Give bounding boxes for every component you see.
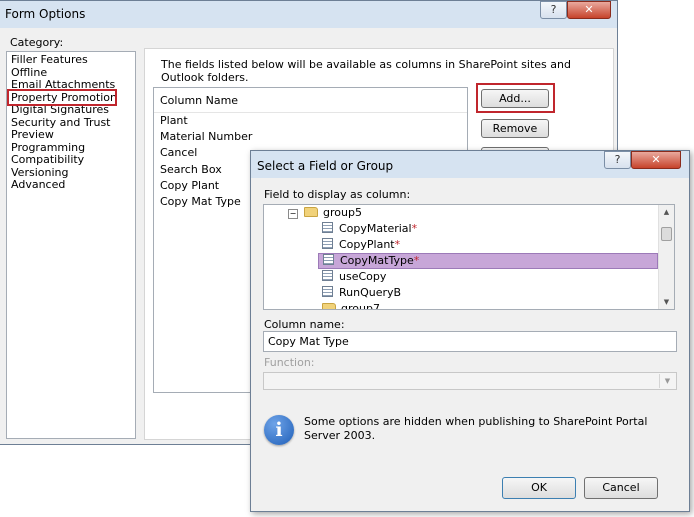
cancel-button[interactable]: Cancel xyxy=(584,477,658,499)
category-preview[interactable]: Preview xyxy=(11,129,54,141)
category-advanced[interactable]: Advanced xyxy=(11,179,65,191)
field-icon xyxy=(322,286,333,297)
tree-label: group7 xyxy=(341,302,380,310)
field-row[interactable]: Material Number xyxy=(160,130,252,143)
close-button[interactable]: ✕ xyxy=(631,151,681,169)
scroll-thumb[interactable] xyxy=(661,227,672,241)
required-marker: * xyxy=(394,238,401,251)
dropdown-arrow-icon[interactable]: ▼ xyxy=(659,374,675,388)
column-header[interactable]: Column Name xyxy=(154,88,467,113)
tree-row-field[interactable]: RunQueryB xyxy=(322,285,401,301)
field-row[interactable]: Plant xyxy=(160,114,188,127)
tree-scrollbar[interactable]: ▲ ▼ xyxy=(658,205,674,309)
tree-row-field[interactable]: CopyMaterial* xyxy=(322,221,417,237)
field-icon xyxy=(322,270,333,281)
add-button[interactable]: Add... xyxy=(481,89,549,108)
scroll-up-arrow-icon[interactable]: ▲ xyxy=(659,208,674,216)
field-row[interactable]: Copy Mat Type xyxy=(160,195,241,208)
scroll-down-arrow-icon[interactable]: ▼ xyxy=(659,298,674,306)
category-compatibility[interactable]: Compatibility xyxy=(11,154,84,166)
field-to-display-label: Field to display as column: xyxy=(264,188,411,201)
function-label: Function: xyxy=(264,356,315,369)
form-options-titlebar xyxy=(0,1,617,28)
form-options-title: Form Options xyxy=(5,7,86,21)
field-icon xyxy=(322,222,333,233)
field-row[interactable]: Copy Plant xyxy=(160,179,219,192)
tree-label: CopyMatType xyxy=(340,254,414,267)
field-row[interactable]: Search Box xyxy=(160,163,222,176)
tree-label: CopyPlant xyxy=(339,238,395,251)
tree-label: useCopy xyxy=(339,270,387,283)
column-name-input[interactable] xyxy=(263,331,677,352)
select-field-dialog: Select a Field or Group ? ✕ Field to dis… xyxy=(250,150,690,512)
function-dropdown[interactable]: ▼ xyxy=(263,372,677,390)
help-button[interactable]: ? xyxy=(604,151,631,169)
field-row[interactable]: Cancel xyxy=(160,146,197,159)
remove-button[interactable]: Remove xyxy=(481,119,549,138)
close-button[interactable]: ✕ xyxy=(567,1,611,19)
tree-row-field-selected[interactable]: CopyMatType* xyxy=(318,253,658,269)
field-tree[interactable]: − group5 CopyMaterial* CopyPlant* CopyMat… xyxy=(263,204,675,310)
tree-row-field[interactable]: CopyPlant* xyxy=(322,237,400,253)
promotion-description: The fields listed below will be availabl… xyxy=(161,58,571,84)
column-name-label: Column name: xyxy=(264,318,345,331)
category-label: Category: xyxy=(10,36,64,49)
collapse-icon[interactable]: − xyxy=(288,209,298,219)
field-icon xyxy=(323,254,334,265)
category-list[interactable]: Filler Features Offline Email Attachment… xyxy=(6,51,136,439)
column-header-label: Column Name xyxy=(160,94,239,107)
field-icon xyxy=(322,238,333,249)
required-marker: * xyxy=(413,254,420,267)
info-message: Some options are hidden when publishing … xyxy=(304,415,648,442)
category-filler-features[interactable]: Filler Features xyxy=(11,54,88,66)
tree-row-field[interactable]: useCopy xyxy=(322,269,386,285)
tree-label: group5 xyxy=(323,206,362,219)
tree-label: RunQueryB xyxy=(339,286,402,299)
folder-icon xyxy=(322,303,336,309)
ok-button[interactable]: OK xyxy=(502,477,576,499)
category-selection-highlight xyxy=(7,89,117,106)
tree-row-group7[interactable]: group7 xyxy=(322,301,380,310)
info-icon: i xyxy=(264,415,294,445)
folder-icon xyxy=(304,207,318,217)
tree-row-group5[interactable]: − group5 xyxy=(288,205,362,221)
select-field-title: Select a Field or Group xyxy=(257,159,394,173)
required-marker: * xyxy=(411,222,418,235)
tree-label: CopyMaterial xyxy=(339,222,412,235)
help-button[interactable]: ? xyxy=(540,1,567,19)
